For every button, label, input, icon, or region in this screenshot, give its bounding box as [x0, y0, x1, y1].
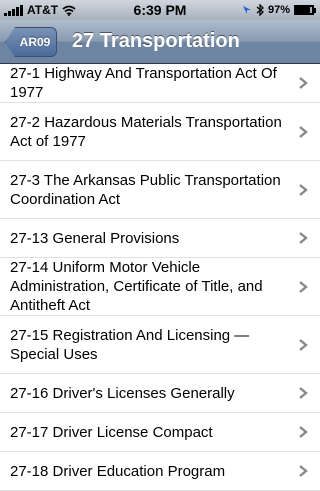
list-item-label: 27-15 Registration And Licensing — Speci… [10, 326, 250, 363]
chevron-right-icon [299, 387, 308, 399]
list-item[interactable]: 27-18 Driver Education Program [0, 452, 320, 491]
carrier-label: AT&T [27, 3, 59, 17]
list-item[interactable]: 27-1 Highway And Transportation Act Of 1… [0, 64, 320, 103]
bluetooth-icon [256, 4, 264, 16]
battery-percent: 97% [267, 4, 290, 16]
list-item[interactable]: 27-3 The Arkansas Public Transportation … [0, 161, 320, 219]
list-item[interactable]: 27-2 Hazardous Materials Transportation … [0, 103, 320, 161]
list-item-label: 27-13 General Provisions [10, 229, 180, 247]
chevron-right-icon [299, 338, 308, 351]
chevron-right-icon [299, 426, 308, 438]
list-item[interactable]: 27-14 Uniform Motor Vehicle Administrati… [0, 258, 320, 316]
back-button[interactable]: AR09 [5, 27, 57, 57]
chevron-right-icon [299, 465, 308, 477]
chevron-right-icon [299, 125, 308, 138]
status-right: 97% [206, 4, 316, 16]
section-list: 27-1 Highway And Transportation Act Of 1… [0, 64, 320, 491]
location-arrow-icon [242, 6, 251, 14]
page-title: 27 Transportation [72, 30, 240, 52]
list-item[interactable]: 27-15 Registration And Licensing — Speci… [0, 316, 320, 374]
list-item[interactable]: 27-17 Driver License Compact [0, 413, 320, 452]
list-item-label: 27-17 Driver License Compact [10, 423, 213, 441]
chevron-right-icon [299, 232, 308, 244]
navigation-bar: AR09 27 Transportation [0, 20, 320, 64]
chevron-right-icon [299, 77, 308, 89]
wifi-icon [62, 5, 76, 16]
signal-bars-icon [4, 4, 23, 16]
list-item[interactable]: 27-13 General Provisions [0, 219, 320, 258]
list-item[interactable]: 27-16 Driver's Licenses Generally [0, 374, 320, 413]
battery-icon [294, 5, 316, 15]
list-item-label: 27-14 Uniform Motor Vehicle Administrati… [10, 259, 263, 314]
chevron-right-icon [299, 183, 308, 196]
status-bar: AT&T 6:39 PM 97% [0, 0, 320, 20]
status-time: 6:39 PM [133, 2, 187, 18]
list-item-label: 27-16 Driver's Licenses Generally [10, 384, 235, 402]
list-item-label: 27-1 Highway And Transportation Act Of 1… [10, 65, 277, 101]
list-item-label: 27-3 The Arkansas Public Transportation … [10, 171, 281, 208]
status-left: AT&T [4, 3, 114, 17]
list-item-label: 27-18 Driver Education Program [10, 462, 226, 480]
chevron-right-icon [299, 280, 308, 293]
list-item-label: 27-2 Hazardous Materials Transportation … [10, 113, 282, 150]
